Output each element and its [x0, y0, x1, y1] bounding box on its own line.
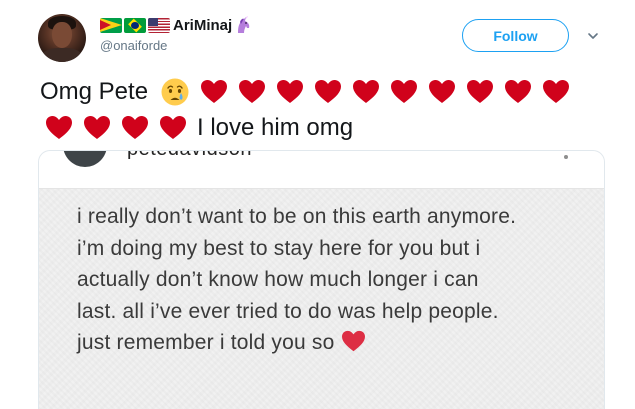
red-heart-icon [276, 79, 304, 105]
red-heart-icon [341, 330, 366, 353]
photo-header-strip [39, 151, 604, 189]
tweet-text-prefix: Omg Pete [40, 78, 149, 105]
tweet-text-line-2: I love him omg [40, 110, 600, 146]
red-heart-icon [314, 79, 342, 105]
red-heart-icon [390, 79, 418, 105]
note-line-4: last. all i’ve ever tried to do was help… [77, 299, 499, 323]
unicorn-icon [235, 16, 252, 34]
red-heart-icon [200, 79, 228, 105]
chevron-down-icon[interactable] [586, 29, 600, 43]
author-display-name[interactable]: AriMinaj [173, 17, 232, 34]
guyana-flag-icon [100, 17, 122, 33]
crying-face-icon [160, 77, 190, 107]
red-heart-icon [504, 79, 532, 105]
avatar-face [52, 22, 72, 48]
red-heart-icon [428, 79, 456, 105]
author-name-row[interactable]: AriMinaj [100, 15, 252, 35]
attached-photo[interactable]: petedavidson i really don’t want to be o… [38, 150, 605, 409]
photo-divider [39, 188, 604, 189]
author-avatar[interactable] [38, 14, 86, 62]
red-heart-icon [45, 115, 73, 141]
note-line-5: just remember i told you so [77, 331, 335, 354]
note-line-3: actually don’t know how much longer i ca… [77, 268, 479, 291]
tweet-text-suffix: I love him omg [197, 114, 354, 141]
red-heart-icon [542, 79, 570, 105]
tweet-text-line-1: Omg Pete [40, 74, 600, 110]
author-handle[interactable]: @onaiforde [100, 38, 167, 53]
hearts-group-line-2 [45, 115, 197, 141]
red-heart-icon [159, 115, 187, 141]
brazil-flag-icon [124, 17, 146, 33]
tweet-text: Omg Pete I love him omg [40, 74, 600, 146]
red-heart-icon [121, 115, 149, 141]
note-line-1: i really don’t want to be on this earth … [77, 205, 517, 228]
note-line-5-wrap: just remember i told you so [77, 327, 597, 359]
photo-username: petedavidson [127, 151, 252, 161]
note-line-2: i’m doing my best to stay here for you b… [77, 236, 481, 260]
follow-button[interactable]: Follow [462, 19, 569, 52]
hearts-group-line-1 [200, 79, 580, 105]
red-heart-icon [466, 79, 494, 105]
photo-more-dot [564, 155, 568, 159]
red-heart-icon [238, 79, 266, 105]
red-heart-icon [83, 115, 111, 141]
red-heart-icon [352, 79, 380, 105]
usa-flag-icon [148, 17, 170, 33]
avatar-shirt [42, 48, 82, 62]
photo-note-text: i really don’t want to be on this earth … [77, 201, 597, 359]
